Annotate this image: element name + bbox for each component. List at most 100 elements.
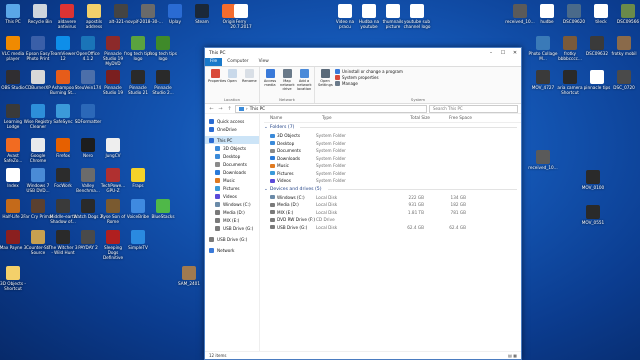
group-header-folders[interactable]: ⌄ Folders (7): [264, 123, 521, 132]
list-item[interactable]: Windows (C:) Local Disk 222 GB 134 GB: [264, 194, 521, 202]
desktop-icon-icons_left-1[interactable]: Recycle Bin: [25, 4, 55, 24]
column-name[interactable]: Name: [264, 115, 322, 120]
column-free-space[interactable]: Free Space: [430, 115, 472, 120]
doc-icon: [6, 168, 20, 182]
list-item[interactable]: Documents System Folder: [264, 147, 521, 155]
nav-item[interactable]: Documents: [205, 160, 259, 168]
desktop-icon-icons_top-0[interactable]: Ferry 20.7.2017: [226, 4, 256, 29]
nav-item[interactable]: Pictures: [205, 184, 259, 192]
manage-button[interactable]: Manage: [335, 81, 403, 86]
group-header-drives[interactable]: ⌄ Devices and drives (5): [264, 185, 521, 194]
desktop-icon-icons_left-50[interactable]: SimpleTV: [123, 230, 153, 250]
desktop-icon-icons_right-14[interactable]: MOV_0100: [578, 170, 608, 190]
desktop-icon-icons_left-5[interactable]: pif-2018-30-...: [133, 4, 163, 24]
desktop-icon-icons_right-9[interactable]: MOV_4727: [528, 70, 558, 90]
nav-item[interactable]: Windows (C:): [205, 200, 259, 208]
desktop-icon-icons_right-15[interactable]: MOV_0551: [578, 205, 608, 225]
item-name: 3D Objects: [277, 133, 301, 139]
map-network-drive-button[interactable]: Map network drive: [280, 69, 295, 91]
desktop-icon-icons_left-3[interactable]: apostils address: [79, 4, 109, 29]
nav-item[interactable]: Quick access: [205, 117, 259, 125]
desktop-icon-icons_left-26[interactable]: SDFormatter: [73, 104, 103, 124]
drive-icon: [270, 195, 275, 200]
list-item[interactable]: Desktop System Folder: [264, 140, 521, 148]
list-item[interactable]: Pictures System Folder: [264, 170, 521, 178]
forward-button[interactable]: →: [217, 106, 224, 112]
desktop-icon-icons_right-7[interactable]: DSC09632: [582, 36, 612, 56]
nav-item[interactable]: OneDrive: [205, 125, 259, 133]
desktop-icon-icons_left-44[interactable]: BlueStacks: [148, 199, 178, 219]
desktop-icon-icons_left-0[interactable]: This PC: [0, 4, 28, 24]
desktop-icon-icons_left-31[interactable]: JungCV: [98, 138, 128, 158]
rename-button[interactable]: Rename: [242, 69, 257, 83]
list-item[interactable]: USB Drive (G:) Local Disk 62.4 GB 62.4 GB: [264, 224, 521, 232]
desktop-icon-icons_right-13[interactable]: received_10...: [528, 150, 558, 170]
app-icon: [56, 168, 70, 182]
desktop-icon-icons_left-7[interactable]: Steam: [187, 4, 217, 24]
tab-view[interactable]: View: [254, 58, 274, 66]
nav-item[interactable]: 3D Objects: [205, 144, 259, 152]
back-button[interactable]: ←: [208, 106, 215, 112]
desktop-icon-label: JungCV: [105, 153, 121, 158]
nav-item[interactable]: Desktop: [205, 152, 259, 160]
desktop-icon-icons_right-6[interactable]: frotky bbbbcccc...: [555, 36, 585, 61]
desktop-icon-label: Fraps: [132, 183, 144, 188]
desktop-icon-icons_left-6[interactable]: Uplay: [160, 4, 190, 24]
open-button[interactable]: Open: [225, 69, 239, 83]
desktop-icon-icons_right-3[interactable]: tileck: [586, 4, 616, 24]
add-network-location-button[interactable]: Add a network location: [297, 69, 312, 91]
nav-item[interactable]: USB Drive (G:): [205, 235, 259, 243]
nav-item[interactable]: USB Drive (G:): [205, 224, 259, 232]
desktop-icon-icons_right-8[interactable]: frotky mobil: [609, 36, 639, 56]
nav-item[interactable]: Music: [205, 176, 259, 184]
desktop-icon-icons_left-22[interactable]: Pinnacle Studio 2...: [148, 70, 178, 95]
desktop-icon-icons_right-11[interactable]: pinnacle tips: [582, 70, 612, 90]
desktop-icon-icons_left-4[interactable]: alt-321-nov: [106, 4, 136, 24]
desktop-icon-icons_right-5[interactable]: Photo Collage M...: [528, 36, 558, 61]
maximize-button[interactable]: ☐: [497, 48, 509, 58]
desktop-icon-icons_left-15[interactable]: frog tech tips logo: [148, 36, 178, 61]
nav-item[interactable]: Network: [205, 246, 259, 254]
list-item[interactable]: Music System Folder: [264, 162, 521, 170]
desktop-icon-icons_left-37[interactable]: Fraps: [123, 168, 153, 188]
up-button[interactable]: ↑: [226, 106, 233, 112]
view-toggle[interactable]: ▤ ▦: [508, 352, 517, 359]
desktop-icon-icons_right-1[interactable]: hudbe: [532, 4, 562, 24]
list-item[interactable]: 3D Objects System Folder: [264, 132, 521, 140]
close-button[interactable]: ✕: [509, 48, 521, 58]
nav-item[interactable]: Media (D:): [205, 208, 259, 216]
list-item[interactable]: Media (D:) Local Disk 931 GB 182 GB: [264, 201, 521, 209]
address-bar[interactable]: › This PC: [235, 104, 427, 113]
desktop-icon-icons_right-0[interactable]: received_10...: [505, 4, 535, 24]
access-media-button[interactable]: Access media: [263, 69, 277, 91]
search-input[interactable]: Search This PC: [429, 104, 518, 113]
desktop-icon-icons_left-2[interactable]: aldavere antivirus: [52, 4, 82, 29]
desktop-icon-icons_right-10[interactable]: aria camera Shortcut: [555, 70, 585, 95]
tab-computer[interactable]: Computer: [222, 58, 253, 66]
minimize-button[interactable]: –: [485, 48, 497, 58]
column-total-size[interactable]: Total Size: [388, 115, 430, 120]
chevron-down-icon: ⌄: [264, 125, 268, 130]
open-settings-button[interactable]: Open Settings: [318, 69, 333, 87]
properties-button[interactable]: Properties: [208, 69, 226, 83]
system-properties-button[interactable]: System properties: [335, 75, 403, 80]
desktop-icon-icons_right-12[interactable]: DSC_0720: [609, 70, 639, 90]
tab-file[interactable]: File: [205, 58, 223, 66]
desktop-icon-icons_left-51[interactable]: 3D Objects - Shortcut: [0, 266, 28, 291]
title-bar[interactable]: This PC – ☐ ✕: [205, 48, 521, 58]
nav-item[interactable]: MIX (E:): [205, 216, 259, 224]
list-item[interactable]: MIX (E:) Local Disk 1.81 TB 781 GB: [264, 209, 521, 217]
list-item[interactable]: DVD RW Drive (F:) CD Drive: [264, 216, 521, 224]
desktop-icon-icons_left-52[interactable]: SAM_2401: [174, 266, 204, 286]
nav-item[interactable]: This PC: [205, 136, 259, 144]
nav-item[interactable]: Downloads: [205, 168, 259, 176]
uninstall-program-button[interactable]: Uninstall or change a program: [335, 69, 403, 74]
desktop-icon-icons_top-4[interactable]: youtube sub channel logo: [402, 4, 432, 29]
list-item[interactable]: Downloads System Folder: [264, 155, 521, 163]
column-type[interactable]: Type: [322, 115, 388, 120]
desktop-icon-icons_right-4[interactable]: DSC09566: [613, 4, 640, 24]
list-item[interactable]: Videos System Folder: [264, 177, 521, 185]
desktop-icon-icons_right-2[interactable]: DSC09620: [559, 4, 589, 24]
nav-item[interactable]: Videos: [205, 192, 259, 200]
cube-icon: [270, 133, 275, 138]
